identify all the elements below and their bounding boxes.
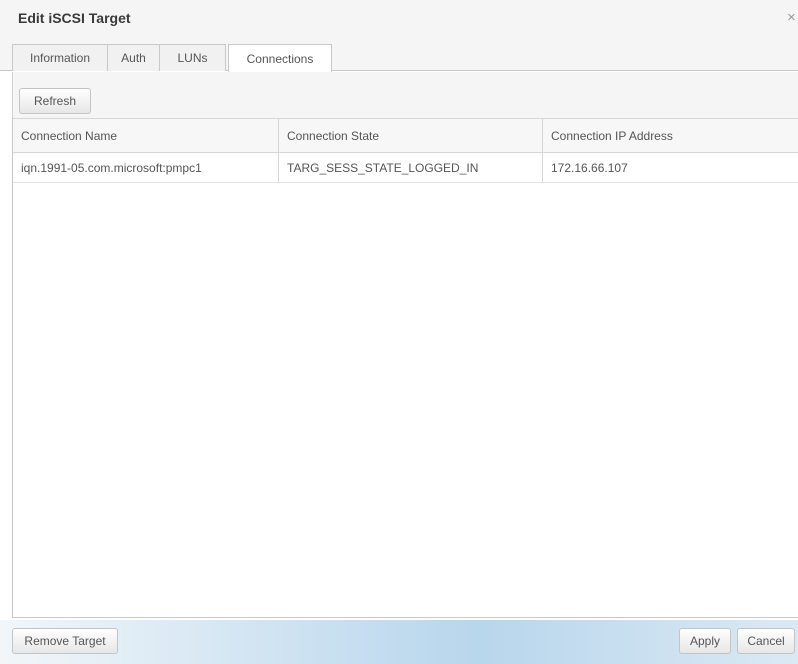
cancel-button[interactable]: Cancel bbox=[737, 628, 795, 654]
cell-connection-name: iqn.1991-05.com.microsoft:pmpc1 bbox=[13, 153, 279, 182]
tab-connections[interactable]: Connections bbox=[228, 44, 332, 72]
tab-information[interactable]: Information bbox=[12, 44, 108, 71]
dialog-footer: Remove Target Apply Cancel bbox=[0, 620, 798, 664]
dialog-title: Edit iSCSI Target bbox=[18, 10, 131, 26]
column-header-connection-state[interactable]: Connection State bbox=[279, 119, 543, 152]
dialog-titlebar: Edit iSCSI Target × bbox=[0, 0, 798, 38]
close-icon[interactable]: × bbox=[787, 9, 796, 27]
column-header-connection-name[interactable]: Connection Name bbox=[13, 119, 279, 152]
cell-connection-ip: 172.16.66.107 bbox=[551, 160, 628, 175]
remove-target-button[interactable]: Remove Target bbox=[12, 628, 118, 654]
tab-auth[interactable]: Auth bbox=[107, 44, 160, 71]
refresh-button[interactable]: Refresh bbox=[19, 88, 91, 114]
grid-header: Connection Name Connection State Connect… bbox=[13, 118, 798, 153]
table-row[interactable]: iqn.1991-05.com.microsoft:pmpc1 TARG_SES… bbox=[13, 153, 798, 183]
edit-iscsi-target-dialog: Edit iSCSI Target × Information Auth LUN… bbox=[0, 0, 798, 664]
tab-bar: Information Auth LUNs Connections bbox=[0, 38, 798, 72]
cell-connection-state: TARG_SESS_STATE_LOGGED_IN bbox=[279, 153, 543, 182]
apply-button[interactable]: Apply bbox=[679, 628, 731, 654]
column-header-connection-ip[interactable]: Connection IP Address bbox=[543, 119, 798, 152]
tab-luns[interactable]: LUNs bbox=[159, 44, 226, 71]
connections-grid: Connection Name Connection State Connect… bbox=[12, 118, 798, 618]
grid-toolbar: Refresh bbox=[12, 72, 798, 118]
